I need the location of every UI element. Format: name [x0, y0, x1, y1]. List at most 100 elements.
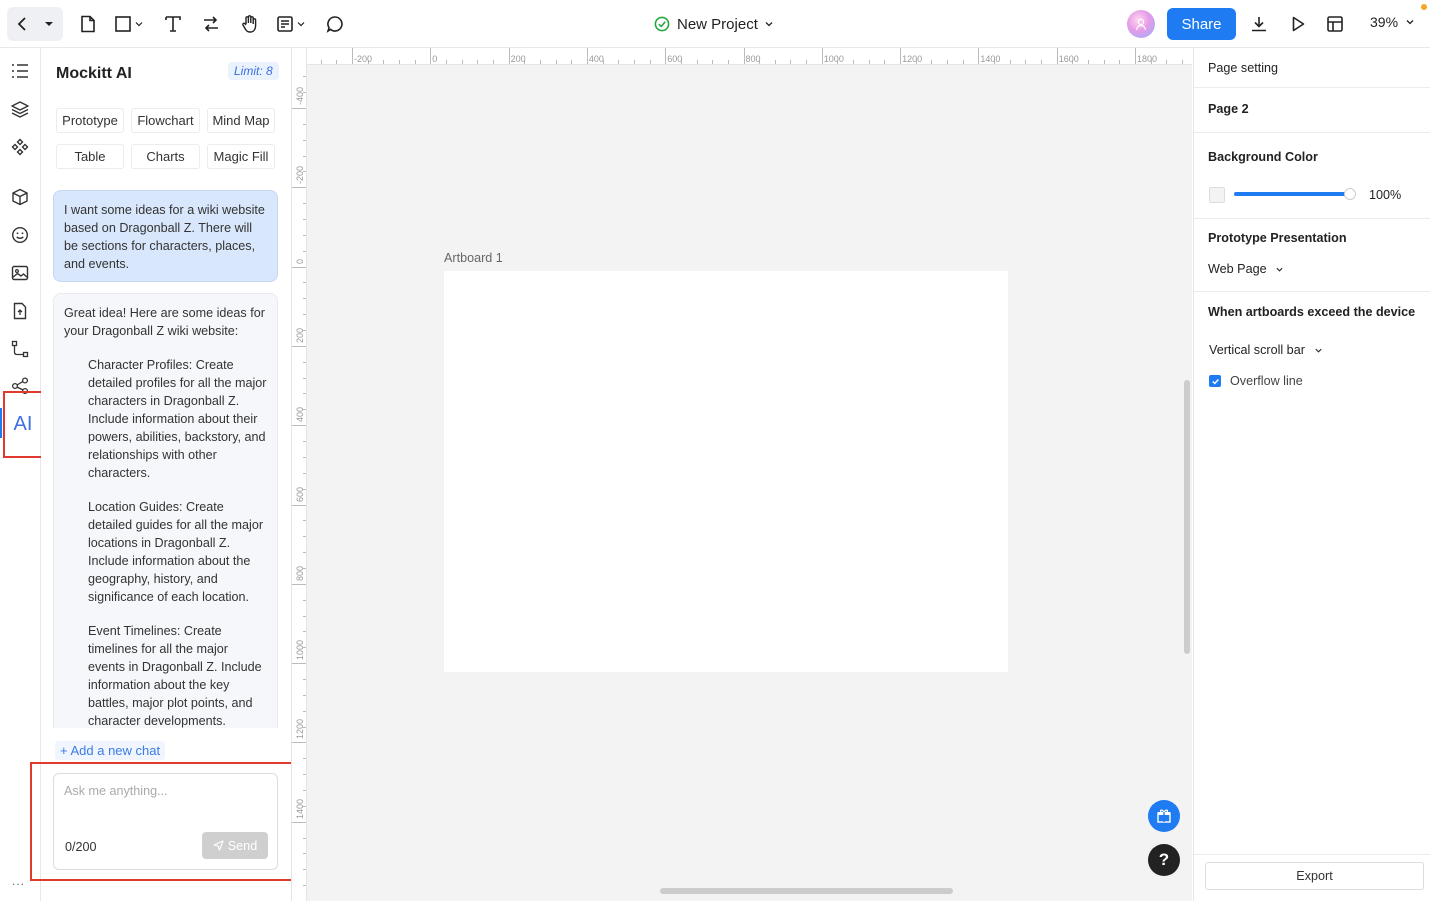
ruler-tick: [1181, 60, 1183, 64]
link-tool-icon[interactable]: [202, 8, 220, 40]
opacity-value[interactable]: 100%: [1369, 188, 1401, 202]
page-name[interactable]: Page 2: [1208, 102, 1249, 116]
ruler-tick: [1009, 60, 1011, 64]
ruler-tick: [477, 60, 479, 64]
divider: [1194, 132, 1430, 133]
artboard[interactable]: [444, 271, 1008, 672]
outline-list-icon[interactable]: [9, 60, 31, 82]
export-button[interactable]: Export: [1205, 862, 1424, 890]
design-canvas[interactable]: Artboard 1 ?: [307, 65, 1192, 901]
exceed-device-select[interactable]: Vertical scroll bar: [1209, 343, 1323, 357]
ruler-tick: [461, 60, 463, 64]
ruler-tick: [292, 425, 306, 427]
flow-connector-icon[interactable]: [9, 338, 31, 360]
ai-message-item: Location Guides: Create detailed guides …: [88, 500, 264, 604]
more-icon[interactable]: ...: [12, 874, 25, 888]
ruler-label: 1400: [295, 798, 305, 819]
prototype-presentation-value: Web Page: [1208, 262, 1267, 276]
chip-magic-fill[interactable]: Magic Fill: [207, 144, 275, 169]
ask-input[interactable]: [64, 784, 264, 798]
components-icon[interactable]: [9, 136, 31, 158]
ruler-tick: [539, 60, 541, 64]
comment-icon[interactable]: [326, 8, 344, 40]
text-tool-icon[interactable]: [164, 8, 182, 40]
ruler-tick: [414, 60, 416, 64]
horizontal-ruler: -200 0 200 400 600 800 1000 1200 1400 1600 1800: [307, 48, 1192, 65]
ruler-tick: [571, 60, 573, 64]
chip-flowchart[interactable]: Flowchart: [131, 108, 200, 133]
ruler-tick: [727, 60, 729, 64]
ruler-label: 0: [432, 54, 438, 64]
ruler-label: 0: [295, 258, 305, 264]
send-button[interactable]: Send: [202, 832, 268, 859]
overflow-line-checkbox[interactable]: [1209, 375, 1221, 387]
horizontal-scrollbar[interactable]: [660, 888, 953, 894]
opacity-slider-handle[interactable]: [1344, 188, 1356, 200]
ai-tool-button[interactable]: AI: [3, 391, 43, 458]
ruler-tick: [1166, 60, 1168, 64]
chevron-down-icon: [1275, 267, 1283, 272]
artboard-label[interactable]: Artboard 1: [444, 251, 503, 265]
background-color-label: Background Color: [1208, 150, 1318, 164]
ruler-tick: [398, 60, 400, 64]
ruler-tick: [1041, 60, 1043, 64]
page-setting-title: Page setting: [1208, 61, 1279, 75]
ai-message-item: Event Timelines: Create timelines for al…: [88, 624, 262, 728]
ruler-tick: [586, 48, 588, 64]
hand-tool-icon[interactable]: [240, 8, 260, 40]
overflow-line-label[interactable]: Overflow line: [1230, 374, 1303, 388]
ruler-label: 1200: [902, 54, 923, 64]
exceed-device-label: When artboards exceed the device: [1208, 305, 1416, 319]
ruler-tick: [853, 60, 855, 64]
zoom-menu[interactable]: 39%: [1370, 14, 1415, 30]
gift-button[interactable]: [1148, 800, 1180, 832]
user-message-text: I want some ideas for a wiki website bas…: [64, 203, 265, 271]
chip-mind-map[interactable]: Mind Map: [207, 108, 275, 133]
chip-charts[interactable]: Charts: [131, 144, 200, 169]
component-tool-icon[interactable]: [276, 8, 305, 40]
prototype-presentation-label: Prototype Presentation: [1208, 231, 1347, 245]
help-button[interactable]: ?: [1148, 844, 1180, 876]
chip-prototype[interactable]: Prototype: [56, 108, 124, 133]
ruler-label: 200: [510, 54, 526, 64]
avatar[interactable]: [1127, 10, 1155, 38]
add-new-chat-button[interactable]: + Add a new chat: [55, 741, 166, 760]
divider: [1194, 291, 1430, 292]
project-title-menu[interactable]: New Project: [654, 13, 774, 35]
emoji-icon[interactable]: [9, 224, 31, 246]
share-button[interactable]: Share: [1167, 8, 1236, 40]
download-icon[interactable]: [1250, 8, 1268, 40]
ruler-tick: [352, 48, 353, 64]
background-color-swatch[interactable]: [1209, 187, 1225, 203]
back-button-group[interactable]: [7, 7, 63, 41]
divider: [1194, 854, 1430, 855]
chat-history[interactable]: I want some ideas for a wiki website bas…: [53, 190, 279, 728]
ruler-label: 600: [295, 486, 305, 502]
layers-icon[interactable]: [9, 98, 31, 120]
ruler-tick: [1056, 48, 1058, 64]
ruler-tick: [320, 60, 322, 64]
ruler-label: -200: [354, 54, 373, 64]
project-title: New Project: [677, 15, 758, 33]
prototype-presentation-select[interactable]: Web Page: [1208, 262, 1284, 276]
chip-table[interactable]: Table: [56, 144, 124, 169]
ruler-tick: [806, 60, 808, 64]
chevron-left-icon[interactable]: [15, 8, 31, 40]
image-icon[interactable]: [9, 262, 31, 284]
file-import-icon[interactable]: [9, 300, 31, 322]
play-preview-icon[interactable]: [1289, 8, 1307, 40]
vertical-scrollbar[interactable]: [1184, 380, 1190, 654]
cube-icon[interactable]: [9, 186, 31, 208]
ruler-label: 1000: [295, 640, 305, 661]
active-indicator: [0, 408, 2, 438]
chat-input-box: 0/200 Send: [53, 773, 278, 870]
caret-down-icon[interactable]: [44, 8, 54, 40]
ai-message-intro: Great idea! Here are some ideas for your…: [64, 306, 265, 338]
divider: [1194, 218, 1430, 219]
rectangle-tool-icon[interactable]: [114, 8, 143, 40]
page-icon[interactable]: [79, 8, 97, 40]
ruler-tick: [978, 48, 980, 64]
opacity-slider[interactable]: [1234, 192, 1351, 196]
ruler-tick: [508, 48, 510, 64]
layout-panel-icon[interactable]: [1326, 8, 1344, 40]
